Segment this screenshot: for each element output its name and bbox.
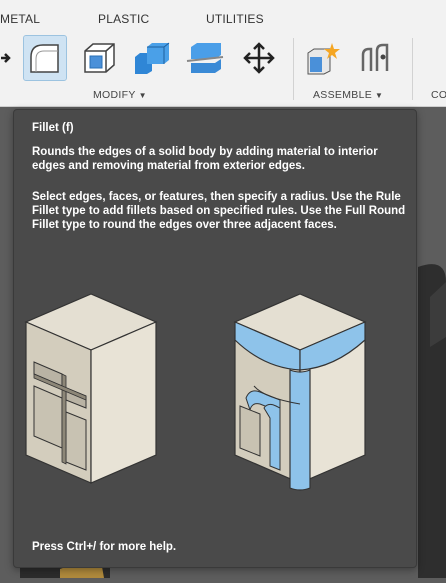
split-body-button[interactable]	[184, 36, 226, 80]
fillet-tooltip: Fillet (f) Rounds the edges of a solid b…	[13, 109, 417, 568]
joint-button[interactable]	[354, 36, 396, 80]
toolbar-ribbon: METAL PLASTIC UTILITIES MODIFY ▼ ASSEMBL…	[0, 0, 446, 107]
modify-group-dropdown[interactable]: MODIFY ▼	[93, 89, 147, 101]
tooltip-description: Rounds the edges of a solid body by addi…	[32, 146, 378, 172]
assemble-group-dropdown[interactable]: ASSEMBLE ▼	[313, 89, 383, 101]
assemble-label: ASSEMBLE	[313, 89, 373, 101]
caret-down-icon: ▼	[375, 91, 384, 100]
caret-down-icon: ▼	[138, 91, 147, 100]
new-component-icon	[307, 43, 340, 75]
move-arrow-icon-partial	[1, 53, 11, 63]
tooltip-help-hint: Press Ctrl+/ for more help.	[32, 541, 177, 553]
joint-icon	[361, 43, 389, 71]
tooltip-instructions: Select edges, faces, or features, then s…	[32, 191, 406, 231]
group-divider	[412, 38, 413, 100]
modify-label: MODIFY	[93, 89, 136, 101]
tab-utilities[interactable]: UTILITIES	[206, 12, 264, 26]
construct-group-label-partial[interactable]: CO	[431, 89, 446, 101]
combine-icon	[135, 42, 170, 74]
move-button[interactable]	[238, 36, 280, 80]
group-divider	[293, 38, 294, 100]
sharp-edges-block-icon	[24, 293, 158, 484]
combine-button[interactable]	[130, 36, 172, 80]
shell-icon	[84, 43, 115, 73]
move-icon	[243, 42, 275, 74]
filleted-block-icon	[233, 293, 367, 491]
tab-plastic[interactable]: PLASTIC	[98, 12, 149, 26]
split-body-icon	[186, 43, 224, 73]
tooltip-title: Fillet (f)	[32, 122, 74, 134]
fillet-button[interactable]	[23, 35, 67, 81]
new-component-button[interactable]	[302, 36, 344, 80]
fillet-illustration	[24, 293, 367, 491]
tab-metal[interactable]: METAL	[0, 12, 40, 26]
shell-button[interactable]	[78, 36, 120, 80]
fillet-icon	[30, 44, 59, 73]
move-tool-partial[interactable]	[0, 36, 12, 80]
